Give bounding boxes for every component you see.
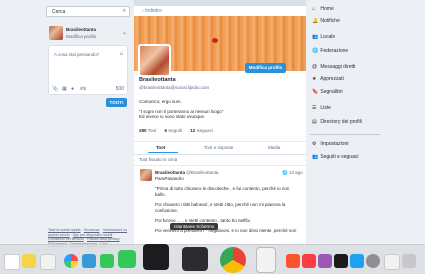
back-label: Indietro [145, 8, 162, 14]
search-icon: ⌕ [122, 8, 126, 14]
status-avatar[interactable] [140, 169, 152, 181]
bio-line: Ed invece io sono stato ovunque. [139, 114, 206, 119]
pinned-text: Toot fissato in cima [139, 157, 178, 162]
pinned-label: Toot fissato in cima [134, 155, 306, 165]
status-paragraph: Poi chiusero i tbB balnearì, e stetti zi… [155, 202, 286, 213]
nav-bookmarks[interactable]: 🔖 Segnalibri [312, 89, 343, 95]
nav-local[interactable]: 👥 Locale [312, 34, 335, 40]
textedit-icon[interactable] [256, 247, 276, 273]
nav-favourites[interactable]: ★ Apprezzati [312, 76, 344, 82]
footer-link[interactable]: Sicurezza [84, 228, 100, 232]
screenshot-icon[interactable] [182, 247, 208, 271]
stat-following[interactable]: 6 Seguiti [164, 128, 182, 133]
nav-federation[interactable]: 🌐 Federazione [312, 48, 348, 54]
reminders-icon[interactable] [40, 254, 56, 270]
profile-name: Brasileottanta [139, 77, 176, 83]
tv-icon[interactable] [334, 254, 348, 268]
dock-tooltip: Istantanee Schermo [170, 223, 219, 230]
footer-link[interactable]: App per dispositivi mobili [73, 233, 113, 237]
system-preferences-icon[interactable] [366, 254, 380, 268]
status-content: "Prima di tutto chiusero le discoteche ,… [155, 186, 300, 238]
poll-icon[interactable]: ▦ [62, 86, 67, 92]
profile-stats: 280 Toot 6 Seguiti 12 Seguaci [139, 128, 220, 133]
status-author[interactable]: Brasileottanta @Brasileottanta [155, 170, 218, 175]
nav-lists[interactable]: ☰ Liste [312, 105, 331, 111]
address-book-icon: ▤ [312, 119, 317, 125]
edit-profile-button[interactable]: Modifica profilo [245, 63, 286, 73]
edit-profile-link[interactable]: Modifica profilo [66, 34, 96, 39]
profile-tabs: Toot Toot e risposte Media [134, 141, 306, 154]
emoji-icon[interactable]: ☺ [119, 51, 124, 57]
users-icon: 👥 [312, 34, 319, 40]
status-paragraph: "Prima di tutto chiusero le discoteche ,… [155, 186, 290, 197]
back-bar[interactable]: ‹ Indietro [134, 6, 306, 16]
compose-tools: 📎 ▦ ● vis 500 [50, 86, 126, 94]
nav-notifications[interactable]: 🔔 Notifiche [312, 18, 340, 24]
trash-icon[interactable] [402, 254, 416, 268]
search-input-text[interactable]: Cerca [52, 9, 65, 15]
account-name: Brasileottanta [66, 27, 97, 32]
toot-button[interactable]: TOOT! [106, 98, 127, 107]
globe-icon[interactable]: ● [71, 86, 74, 92]
gear-icon: ⚙ [312, 141, 317, 147]
tab-toots-and-replies[interactable]: Toot e risposte [204, 145, 233, 150]
home-icon: ⌂ [312, 6, 316, 12]
music-icon[interactable] [302, 254, 316, 268]
tab-media[interactable]: Media [268, 145, 280, 150]
stat-toots[interactable]: 280 Toot [139, 128, 156, 133]
back-button[interactable]: ‹ Indietro [142, 8, 162, 14]
brave-icon[interactable] [286, 254, 300, 268]
chrome-icon[interactable] [220, 247, 246, 273]
account-card: Brasileottanta Modifica profilo ⌄ [49, 26, 129, 42]
envelope-icon: @ [312, 64, 318, 70]
nav-direct-messages[interactable]: @ Messaggi diretti [312, 64, 355, 70]
list-icon: ☰ [312, 105, 317, 111]
nav-divider [310, 134, 380, 135]
bell-icon: 🔔 [312, 18, 319, 24]
header-image-detail [212, 38, 218, 43]
nav-home[interactable]: ⌂ Home [312, 6, 334, 12]
status-subhandle: ParaPasandro [155, 176, 184, 181]
profile-bio: Comunico; ergo sum. "I sogni non ti port… [139, 99, 299, 120]
paperclip-icon[interactable]: 📎 [52, 86, 58, 92]
status-time[interactable]: 🌐 13 ago [282, 170, 303, 176]
profile-handle: @brasileottanta@social.lipidio.com [139, 85, 210, 90]
bookmark-icon: 🔖 [312, 89, 319, 95]
more-options-icon[interactable]: ⋮ [291, 63, 297, 70]
terminal-icon[interactable] [143, 244, 169, 270]
tab-toots[interactable]: Toot [156, 145, 165, 150]
character-counter: 500 [115, 86, 124, 92]
calendar-icon[interactable] [4, 254, 20, 270]
profile-avatar[interactable] [138, 44, 171, 77]
notes-icon[interactable] [22, 254, 36, 268]
avatar[interactable] [49, 26, 63, 40]
stat-followers[interactable]: 12 Seguaci [190, 128, 213, 133]
search-input[interactable]: Cerca ⌕ [46, 6, 130, 17]
photos-icon[interactable] [64, 254, 78, 268]
nav-profile-directory[interactable]: ▤ Directory dei profili [312, 119, 362, 125]
app-store-icon[interactable] [350, 254, 364, 268]
podcasts-icon[interactable] [318, 254, 332, 268]
facetime-icon[interactable] [118, 250, 136, 268]
maps-icon[interactable] [82, 254, 96, 268]
nav-follows-and-followers[interactable]: 👥 Seguiti e seguaci [312, 154, 358, 160]
footer-link[interactable]: Tasti di scelta rapida [48, 228, 81, 232]
nav-settings[interactable]: ⚙ Impostazioni [312, 141, 348, 147]
footer-link[interactable]: Politica della privacy [87, 237, 120, 241]
users-icon: 👥 [312, 154, 319, 160]
active-tab-indicator [148, 152, 178, 153]
star-icon: ★ [312, 76, 317, 82]
messages-icon[interactable] [100, 254, 114, 268]
chevron-down-icon[interactable]: ⌄ [122, 29, 127, 36]
compose-placeholder: A cosa stai pensando? [54, 52, 100, 57]
globe-icon: 🌐 [312, 48, 319, 54]
folder-icon[interactable] [384, 254, 400, 270]
visibility-toggle[interactable]: vis [80, 86, 86, 92]
footer-link[interactable]: Condizioni del servizio [48, 237, 84, 241]
